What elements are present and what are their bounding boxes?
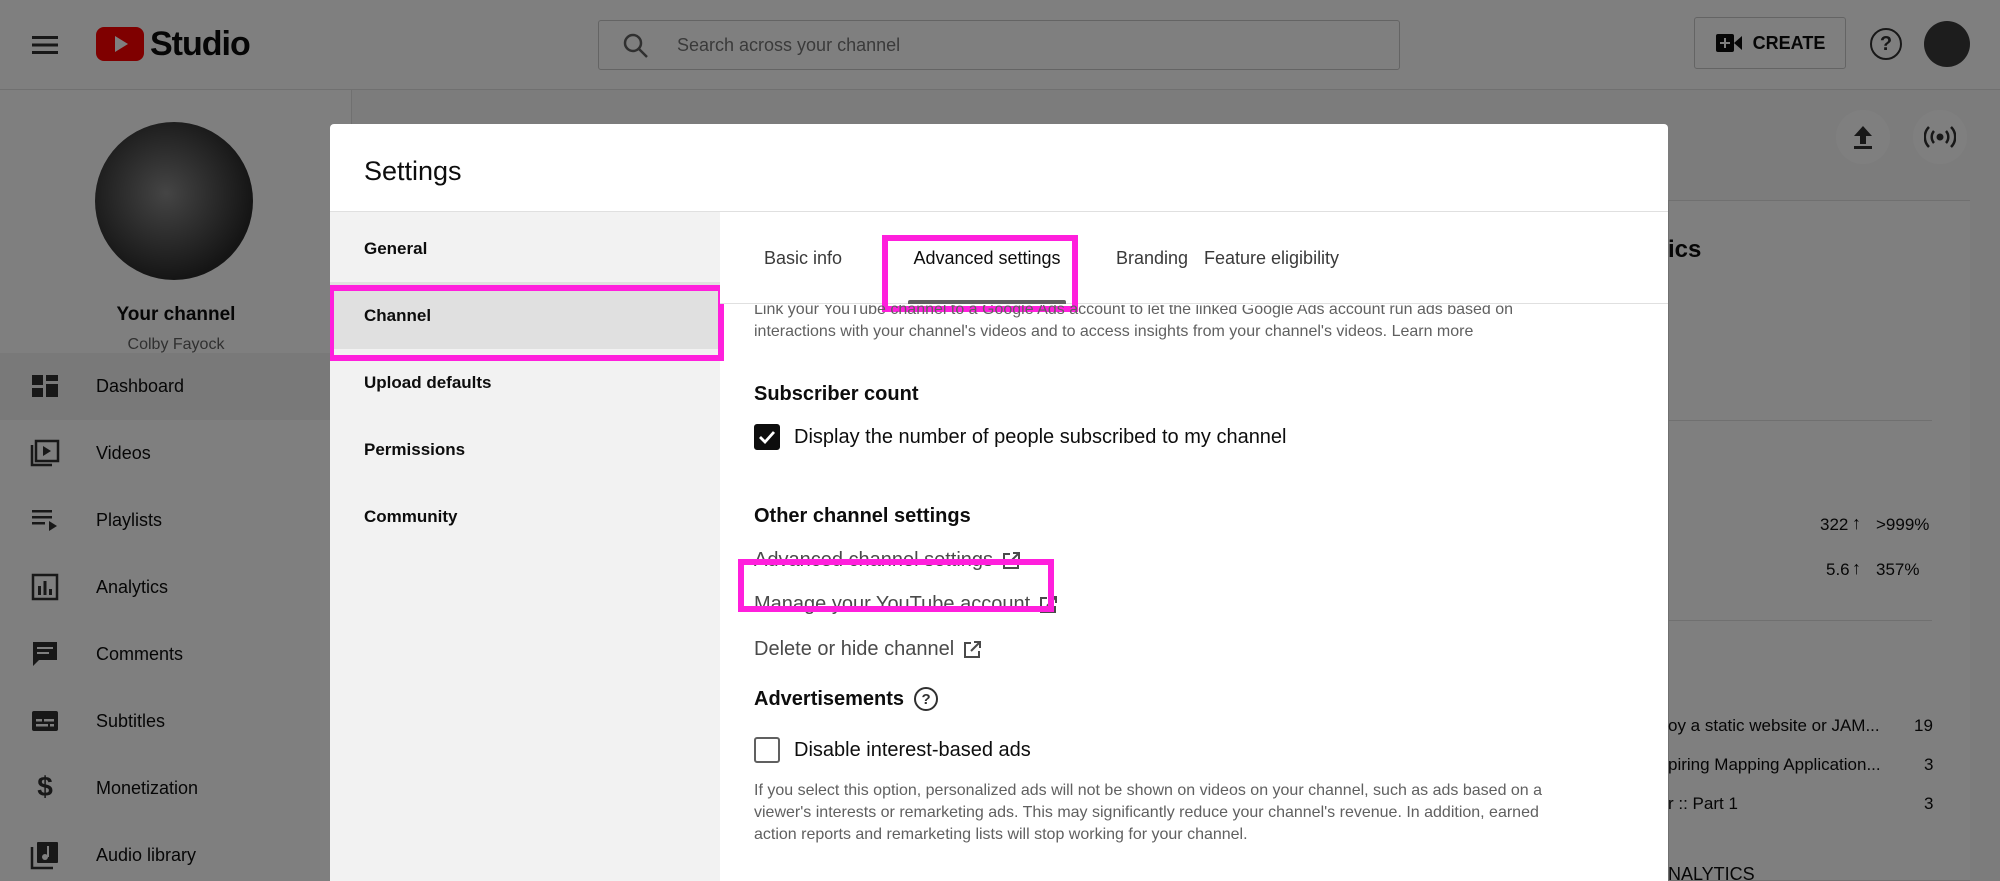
settings-content: Link your YouTube channel to a Google Ad…	[720, 305, 1668, 881]
tab-bar: Basic info Advanced settings Branding Fe…	[720, 212, 1668, 304]
subscriber-count-row[interactable]: Display the number of people subscribed …	[754, 424, 1287, 450]
subscriber-count-heading: Subscriber count	[754, 383, 919, 405]
settings-nav: General Channel Upload defaults Permissi…	[330, 212, 720, 881]
delete-hide-channel-link[interactable]: Delete or hide channel	[754, 638, 982, 661]
subscriber-checkbox[interactable]	[754, 424, 780, 450]
tab-advanced-settings[interactable]: Advanced settings	[908, 212, 1066, 304]
other-settings-heading: Other channel settings	[754, 505, 971, 527]
tab-underline	[908, 300, 1066, 304]
disable-ads-label: Disable interest-based ads	[794, 738, 1031, 761]
settings-nav-permissions[interactable]: Permissions	[330, 416, 720, 483]
ads-description: If you select this option, personalized …	[754, 782, 1543, 843]
ads-link-description: Link your YouTube channel to a Google Ad…	[754, 305, 1514, 340]
settings-nav-community[interactable]: Community	[330, 483, 720, 550]
settings-dialog: Settings General Channel Upload defaults…	[330, 124, 1668, 881]
settings-nav-general[interactable]: General	[330, 215, 720, 282]
disable-ads-checkbox[interactable]	[754, 737, 780, 763]
subscriber-checkbox-label: Display the number of people subscribed …	[794, 425, 1287, 448]
manage-youtube-account-link[interactable]: Manage your YouTube account	[754, 593, 1058, 616]
help-icon[interactable]: ?	[914, 687, 939, 711]
tab-basic-info[interactable]: Basic info	[764, 212, 842, 304]
advanced-channel-settings-link[interactable]: Advanced channel settings	[754, 549, 1021, 572]
advertisements-heading-row: Advertisements ?	[754, 687, 939, 711]
settings-nav-channel[interactable]: Channel	[330, 282, 720, 349]
external-link-icon	[964, 640, 982, 658]
external-link-icon	[1040, 595, 1058, 613]
dialog-title: Settings	[364, 156, 462, 186]
disable-ads-row[interactable]: Disable interest-based ads	[754, 737, 1031, 763]
tab-feature-eligibility[interactable]: Feature eligibility	[1204, 212, 1339, 304]
external-link-icon	[1003, 551, 1021, 569]
advertisements-heading: Advertisements	[754, 687, 905, 710]
learn-more-link[interactable]: Learn more	[1392, 323, 1474, 340]
checkmark-icon	[759, 431, 776, 444]
settings-nav-upload-defaults[interactable]: Upload defaults	[330, 349, 720, 416]
tab-label: Advanced settings	[913, 247, 1061, 268]
tab-branding[interactable]: Branding	[1116, 212, 1188, 304]
